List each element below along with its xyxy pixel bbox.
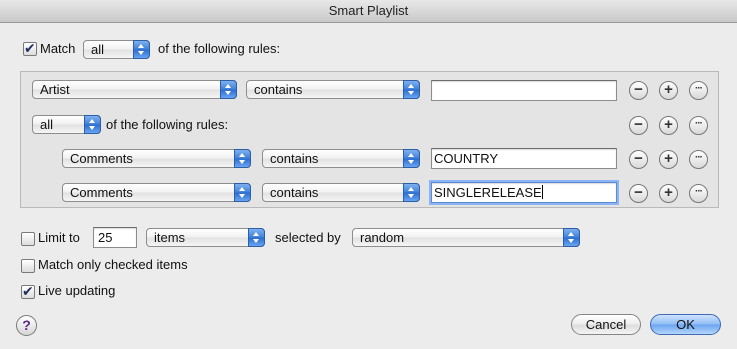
remove-rule-button[interactable]: − [629, 81, 648, 100]
select-arrows-icon [133, 40, 150, 59]
nested-rule-field-value: Comments [70, 151, 133, 166]
select-arrows-icon [220, 80, 237, 99]
live-updating-label: Live updating [38, 283, 116, 298]
select-arrows-icon [403, 80, 420, 99]
checkmark-icon: ✔ [24, 40, 36, 56]
selected-by-label: selected by [275, 230, 341, 245]
select-arrows-icon [234, 149, 251, 168]
window-title: Smart Playlist [0, 0, 737, 23]
select-arrows-icon [248, 228, 265, 247]
match-checkbox[interactable]: ✔ [23, 40, 37, 56]
selected-by-value: random [360, 230, 405, 245]
nested-rule-operator-value: contains [270, 151, 319, 166]
add-nested-rule-button[interactable]: ··· [689, 184, 708, 203]
help-button[interactable]: ? [16, 315, 37, 336]
add-rule-button[interactable]: + [659, 116, 678, 135]
add-nested-rule-button[interactable]: ··· [689, 116, 708, 135]
select-arrows-icon [234, 183, 251, 202]
match-only-checked-checkbox[interactable] [21, 259, 35, 273]
nested-rule-value-field[interactable]: SINGLERELEASE [431, 182, 617, 203]
limit-label: Limit to [38, 230, 80, 245]
nested-rule-operator-value: contains [270, 185, 319, 200]
match-suffix-label: of the following rules: [158, 41, 281, 56]
selected-by-select[interactable]: random [352, 228, 580, 247]
limit-checkbox[interactable] [21, 232, 35, 246]
rule-operator-value: contains [254, 82, 303, 97]
remove-rule-button[interactable]: − [629, 184, 648, 203]
nested-rule-value-text: COUNTRY [434, 151, 499, 166]
add-rule-button[interactable]: + [659, 184, 678, 203]
match-only-checked-label: Match only checked items [38, 257, 188, 272]
add-nested-rule-button[interactable]: ··· [689, 81, 708, 100]
limit-unit-select[interactable]: items [146, 228, 265, 247]
limit-unit-value: items [154, 230, 186, 245]
select-arrows-icon [563, 228, 580, 247]
add-rule-button[interactable]: + [659, 150, 678, 169]
remove-rule-button[interactable]: − [629, 116, 648, 135]
limit-value-field[interactable]: 25 [93, 227, 137, 248]
limit-value-text: 25 [98, 230, 113, 245]
ok-button[interactable]: OK [650, 314, 721, 335]
nested-rule-value-text: SINGLERELEASE [434, 185, 542, 200]
nested-rule-field-value: Comments [70, 185, 133, 200]
select-arrows-icon [84, 115, 101, 134]
rule-field-value: Artist [40, 82, 70, 97]
live-updating-checkbox[interactable]: ✔ [21, 283, 35, 299]
nested-rule-operator-select[interactable]: contains [262, 149, 420, 168]
nested-rule-value-field[interactable]: COUNTRY [431, 148, 617, 169]
match-mode-select[interactable]: all [83, 40, 150, 59]
remove-rule-button[interactable]: − [629, 150, 648, 169]
cancel-button[interactable]: Cancel [571, 314, 641, 335]
add-nested-rule-button[interactable]: ··· [689, 150, 708, 169]
match-mode-value: all [91, 42, 105, 57]
nested-rule-operator-select[interactable]: contains [262, 183, 420, 202]
checkmark-icon: ✔ [22, 283, 34, 299]
rule-field-select[interactable]: Artist [32, 80, 237, 99]
add-rule-button[interactable]: + [659, 81, 678, 100]
nested-rule-field-select[interactable]: Comments [62, 183, 251, 202]
nested-mode-value: all [40, 117, 54, 132]
match-label: Match [40, 41, 76, 56]
rule-value-field[interactable] [431, 80, 617, 101]
nested-rule-field-select[interactable]: Comments [62, 149, 251, 168]
select-arrows-icon [403, 149, 420, 168]
select-arrows-icon [403, 183, 420, 202]
nested-suffix-label: of the following rules: [106, 117, 229, 132]
rule-operator-select[interactable]: contains [246, 80, 420, 99]
nested-mode-select[interactable]: all [32, 115, 101, 134]
text-caret [541, 185, 543, 199]
